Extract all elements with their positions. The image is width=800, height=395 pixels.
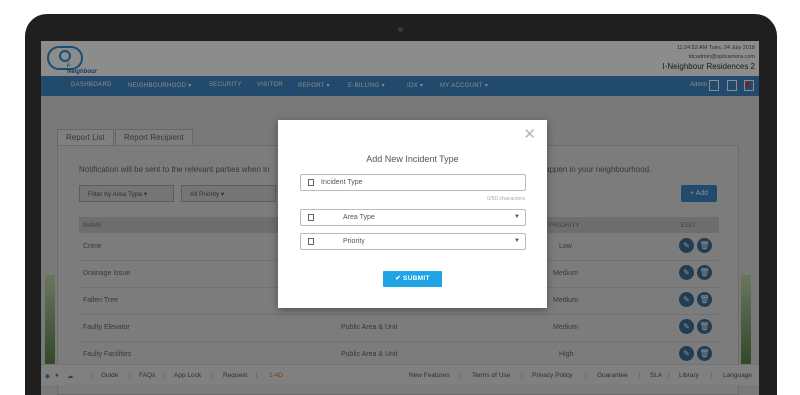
modal-title: Add New Incident Type: [366, 154, 459, 164]
area-type-value: Area Type: [343, 214, 375, 221]
area-type-select[interactable]: Area Type ▼: [300, 209, 526, 226]
close-icon[interactable]: ✕: [523, 127, 536, 142]
caret-down-icon: ▼: [514, 238, 520, 244]
document-icon: [308, 214, 314, 221]
document-icon: [308, 238, 314, 245]
document-icon: [308, 179, 314, 186]
character-counter: 0/50 characters: [487, 196, 525, 202]
webcam: [398, 27, 403, 32]
caret-down-icon: ▼: [514, 214, 520, 220]
submit-button[interactable]: ✔ SUBMIT: [383, 271, 442, 287]
add-incident-type-modal: ✕ Add New Incident Type Incident Type 0/…: [278, 120, 547, 308]
incident-type-placeholder: Incident Type: [321, 179, 363, 186]
priority-value: Priority: [343, 238, 365, 245]
priority-select[interactable]: Priority ▼: [300, 233, 526, 250]
incident-type-input[interactable]: Incident Type: [300, 174, 526, 191]
